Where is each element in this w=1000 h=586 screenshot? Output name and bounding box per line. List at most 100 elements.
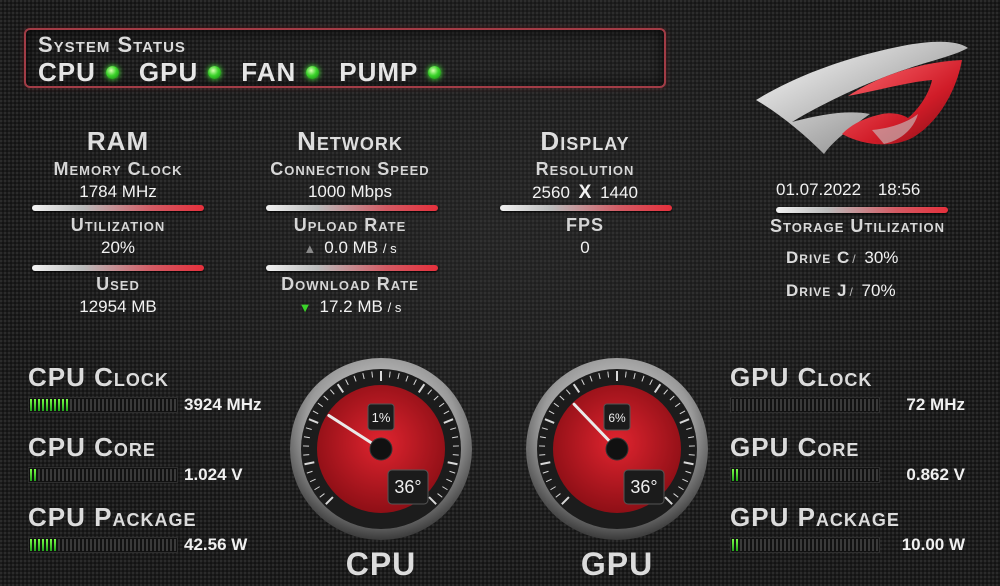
meter-segment — [82, 469, 84, 481]
network-title: Network — [297, 126, 403, 156]
meter-segment — [796, 469, 798, 481]
meter-segment — [872, 469, 874, 481]
meter-segment — [62, 399, 64, 411]
meter-segment — [118, 469, 120, 481]
time-text: 18:56 — [877, 180, 921, 199]
meter-segment — [150, 399, 152, 411]
meter-segment — [98, 469, 100, 481]
meter-segment — [66, 469, 68, 481]
meter-segment — [134, 469, 136, 481]
meter-segment — [752, 469, 754, 481]
gpu-core-meter: GPU Core 0.862 V — [730, 432, 965, 485]
meter-segment — [162, 469, 164, 481]
meter-segment — [150, 469, 152, 481]
meter-value: 3924 MHz — [184, 395, 262, 414]
meter-segment — [824, 469, 826, 481]
meter-segment — [106, 539, 108, 551]
meter-segment — [792, 539, 794, 551]
status-item-cpu: CPU — [38, 57, 119, 88]
gpu-clock-meter: GPU Clock 72 MHz — [730, 362, 965, 415]
meter-segment — [114, 399, 116, 411]
network-divider — [266, 205, 438, 211]
meter-segment — [780, 399, 782, 411]
meter-segment — [824, 399, 826, 411]
drive-separator: / — [852, 252, 856, 266]
drive-value: 30% — [864, 248, 899, 267]
meter-segment — [764, 399, 766, 411]
meter-segment — [162, 399, 164, 411]
meter-segment — [824, 539, 826, 551]
status-label: GPU — [138, 57, 199, 87]
meter-segment — [34, 469, 36, 481]
meter-segment — [836, 539, 838, 551]
meter-segment — [62, 539, 64, 551]
status-led-icon — [105, 66, 119, 79]
gauge-hub — [369, 437, 393, 461]
meter-segment — [134, 399, 136, 411]
meter-segment — [170, 539, 172, 551]
display-title: Display — [540, 126, 630, 156]
meter-segment — [756, 399, 758, 411]
meter-track — [28, 397, 178, 413]
status-label: FAN — [241, 57, 297, 87]
meter-track — [730, 467, 880, 483]
meter-segment — [86, 539, 88, 551]
fps-panel: FPS 0 — [490, 215, 680, 258]
meter-segment — [58, 399, 60, 411]
meter-segment — [784, 469, 786, 481]
cpu-temp-text: 36° — [394, 477, 421, 497]
meter-segment — [118, 539, 120, 551]
meter-segment — [784, 539, 786, 551]
ram-divider — [32, 265, 204, 271]
gpu-gauge: 6% 36° — [526, 358, 708, 540]
meter-segment — [852, 399, 854, 411]
meter-segment — [170, 399, 172, 411]
rog-logo-icon — [756, 41, 968, 154]
meter-segment — [776, 539, 778, 551]
status-led-icon — [428, 66, 442, 79]
meter-segment — [856, 539, 858, 551]
meter-segment — [174, 469, 176, 481]
meter-segment — [110, 399, 112, 411]
status-label: PUMP — [339, 57, 419, 87]
storage-title: Storage Utilization — [770, 216, 945, 236]
status-label: CPU — [38, 57, 96, 87]
meter-segment — [776, 469, 778, 481]
gpu-gauge-title: GPU — [580, 546, 654, 582]
ram-used: Used 12954 MB — [28, 274, 208, 317]
resolution-label: Resolution — [535, 159, 635, 179]
meter-segment — [800, 539, 802, 551]
meter-segment — [736, 469, 738, 481]
meter-segment — [38, 469, 40, 481]
meter-segment — [174, 539, 176, 551]
meter-segment — [174, 399, 176, 411]
meter-segment — [856, 399, 858, 411]
meter-segment — [82, 539, 84, 551]
drive-separator: / — [849, 285, 853, 299]
display-divider — [500, 205, 672, 211]
meter-segment — [38, 539, 40, 551]
used-label: Used — [96, 274, 140, 294]
meter-label: GPU Core — [730, 432, 860, 462]
meter-segment — [808, 399, 810, 411]
meter-segment — [146, 539, 148, 551]
meter-segment — [736, 399, 738, 411]
meter-segment — [138, 469, 140, 481]
meter-segment — [94, 399, 96, 411]
download-rate-unit: / s — [387, 300, 402, 315]
drive-label: Drive C — [786, 248, 851, 267]
gpu-temp-text: 36° — [630, 477, 657, 497]
meter-segment — [860, 399, 862, 411]
meter-segment — [732, 539, 734, 551]
meter-segment — [812, 469, 814, 481]
meter-segment — [772, 539, 774, 551]
meter-segment — [158, 539, 160, 551]
meter-segment — [752, 399, 754, 411]
meter-track — [28, 467, 178, 483]
meter-segment — [166, 399, 168, 411]
meter-segment — [46, 469, 48, 481]
meter-label: GPU Package — [730, 502, 900, 532]
meter-segment — [784, 399, 786, 411]
meter-segment — [804, 469, 806, 481]
meter-segment — [860, 539, 862, 551]
